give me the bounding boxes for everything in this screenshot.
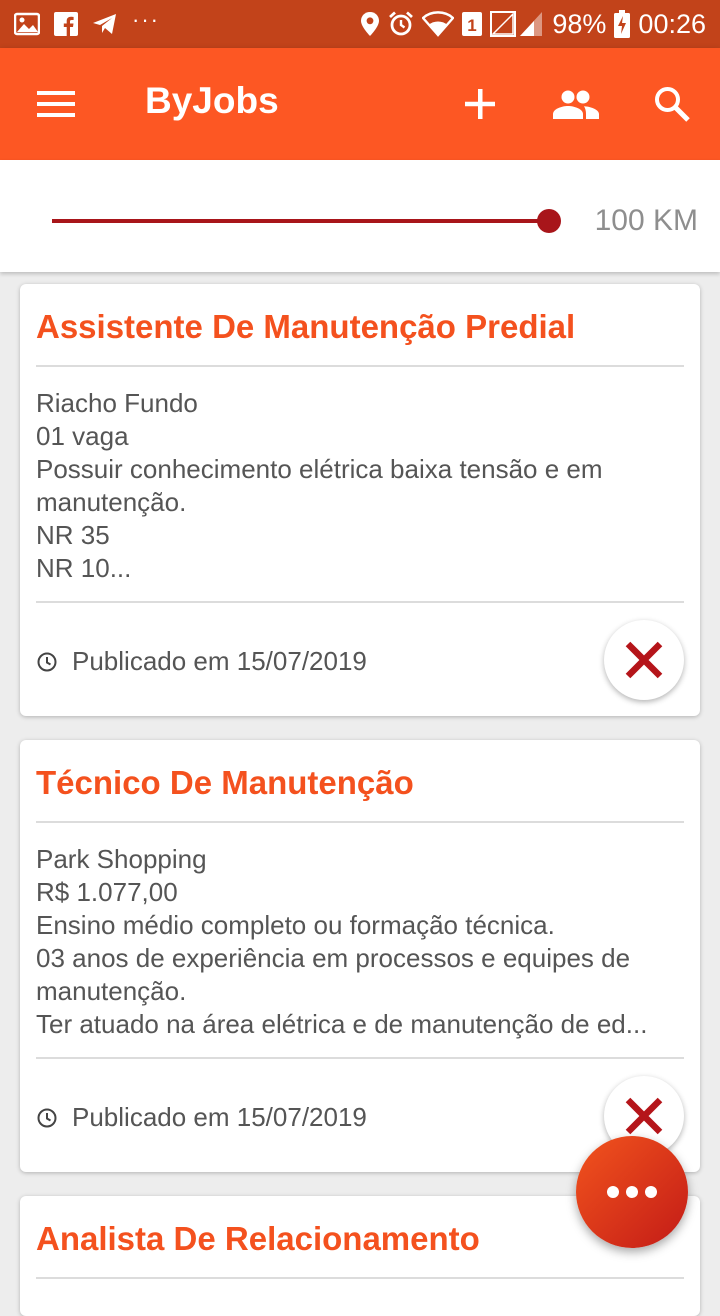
- close-icon: [625, 641, 663, 679]
- divider: [36, 1057, 684, 1059]
- location-icon: [361, 12, 380, 36]
- menu-button[interactable]: [28, 76, 84, 132]
- job-description-line: Possuir conhecimento elétrica baixa tens…: [36, 454, 603, 484]
- app-bar: ByJobs: [0, 48, 720, 160]
- job-description: Riacho Fundo 01 vaga Possuir conheciment…: [36, 387, 684, 585]
- more-options-fab[interactable]: [576, 1136, 688, 1248]
- distance-slider-track[interactable]: [52, 219, 548, 223]
- job-description-line: 03 anos de experiência em processos e eq…: [36, 943, 631, 973]
- alarm-icon: [389, 11, 414, 36]
- job-description-line: Ter atuado na área elétrica e de manuten…: [36, 1009, 648, 1039]
- distance-value: 100 KM: [594, 204, 698, 237]
- job-card[interactable]: Assistente De Manutenção Predial Riacho …: [20, 284, 700, 716]
- close-icon: [625, 1097, 663, 1135]
- job-title: Técnico De Manutenção: [36, 764, 414, 801]
- job-title: Analista De Relacionamento: [36, 1220, 480, 1257]
- distance-slider-thumb[interactable]: [537, 209, 561, 233]
- publish-date: Publicado em 15/07/2019: [36, 1102, 367, 1133]
- app-title: ByJobs: [145, 80, 279, 121]
- gallery-icon: [14, 12, 40, 36]
- svg-text:1: 1: [468, 16, 477, 35]
- job-description-line: Ensino médio completo ou formação técnic…: [36, 910, 555, 940]
- job-description-line: manutenção.: [36, 976, 187, 1006]
- job-description-line: 01 vaga: [36, 421, 129, 451]
- job-description-line: NR 10...: [36, 553, 132, 583]
- sim-1-icon: 1: [462, 12, 483, 36]
- clock: 00:26: [638, 8, 706, 39]
- signal-icon: [490, 11, 543, 37]
- clock-icon: [37, 1108, 57, 1127]
- add-icon: [465, 89, 495, 119]
- divider: [36, 821, 684, 823]
- clock-icon: [37, 652, 57, 671]
- telegram-icon: [93, 14, 116, 34]
- divider: [36, 365, 684, 367]
- job-description-line: Riacho Fundo: [36, 388, 198, 418]
- job-description-line: NR 35: [36, 520, 110, 550]
- job-description-line: R$ 1.077,00: [36, 877, 178, 907]
- more-horizontal-icon: [607, 1186, 657, 1198]
- job-description-line: manutenção.: [36, 487, 187, 517]
- divider: [36, 601, 684, 603]
- people-button[interactable]: [548, 76, 604, 132]
- wifi-icon: [422, 11, 455, 37]
- job-description-line: Park Shopping: [36, 844, 207, 874]
- publish-date-text: Publicado em 15/07/2019: [72, 1102, 367, 1132]
- dismiss-job-button[interactable]: [604, 620, 684, 700]
- job-title: Assistente De Manutenção Predial: [36, 308, 576, 345]
- distance-filter: 100 KM: [0, 160, 720, 272]
- facebook-icon: [54, 12, 78, 36]
- publish-date: Publicado em 15/07/2019: [36, 646, 367, 677]
- people-icon: [553, 90, 599, 119]
- publish-date-text: Publicado em 15/07/2019: [72, 646, 367, 676]
- divider: [36, 1277, 684, 1279]
- search-icon: [655, 87, 690, 122]
- search-button[interactable]: [644, 76, 700, 132]
- more-notifications-icon: ···: [132, 7, 160, 32]
- add-job-button[interactable]: [452, 76, 508, 132]
- battery-charging-icon: [614, 10, 631, 38]
- battery-percentage: 98%: [552, 8, 607, 39]
- job-description: Park Shopping R$ 1.077,00 Ensino médio c…: [36, 843, 684, 1041]
- job-card[interactable]: Técnico De Manutenção Park Shopping R$ 1…: [20, 740, 700, 1172]
- hamburger-menu-icon: [37, 91, 75, 117]
- status-bar: ··· 1 98% 00:26: [0, 0, 720, 48]
